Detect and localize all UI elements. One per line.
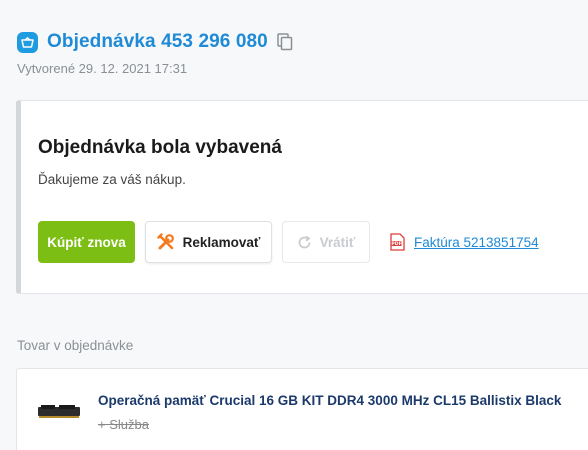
basket-icon — [17, 31, 38, 53]
order-status-card: Objednávka bola vybavená Ďakujeme za váš… — [16, 100, 588, 294]
return-label: Vrátiť — [319, 234, 356, 250]
items-section-label: Tovar v objednávke — [17, 338, 134, 353]
product-image[interactable] — [37, 402, 81, 427]
pdf-icon: PDF — [390, 233, 405, 251]
copy-icon[interactable] — [277, 33, 293, 51]
status-subtitle: Ďakujeme za váš nákup. — [38, 172, 186, 187]
product-name[interactable]: Operačná pamäť Crucial 16 GB KIT DDR4 30… — [98, 393, 561, 408]
buy-again-label: Kúpiť znova — [47, 234, 126, 250]
refresh-icon — [298, 235, 311, 248]
tools-icon — [156, 233, 174, 250]
list-item: Operačná pamäť Crucial 16 GB KIT DDR4 30… — [16, 368, 588, 450]
order-title: Objednávka 453 296 080 — [47, 31, 268, 52]
invoice-link-group[interactable]: PDF Faktúra 5213851754 — [390, 233, 539, 251]
invoice-link[interactable]: Faktúra 5213851754 — [414, 235, 539, 250]
product-service: + Služba — [98, 417, 149, 432]
claim-button[interactable]: Reklamovať — [145, 221, 272, 263]
buy-again-button[interactable]: Kúpiť znova — [38, 221, 135, 263]
order-created-date: Vytvorené 29. 12. 2021 17:31 — [17, 61, 188, 76]
svg-text:PDF: PDF — [391, 241, 401, 247]
return-button[interactable]: Vrátiť — [282, 221, 370, 263]
claim-label: Reklamovať — [182, 234, 261, 250]
status-title: Objednávka bola vybavená — [38, 137, 282, 158]
order-header: Objednávka 453 296 080 — [17, 31, 293, 53]
